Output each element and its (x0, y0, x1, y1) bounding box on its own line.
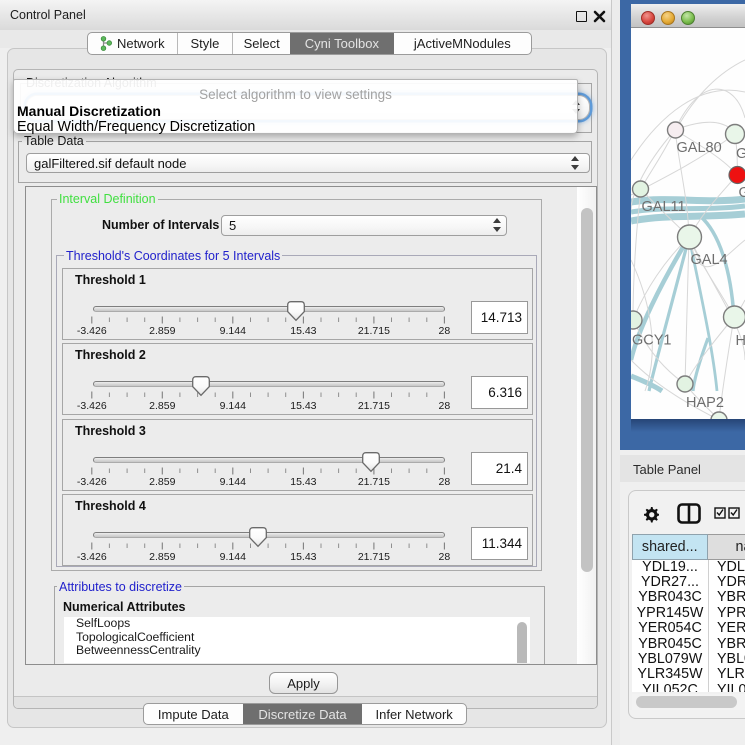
svg-text:GAL80: GAL80 (677, 140, 722, 156)
svg-text:GAL: GAL (736, 146, 745, 162)
svg-text:GA: GA (739, 185, 745, 201)
svg-text:HIS4: HIS4 (736, 333, 745, 349)
svg-text:GAL11: GAL11 (642, 199, 686, 215)
svg-text:GCY1: GCY1 (632, 333, 672, 349)
svg-text:HAP2: HAP2 (686, 395, 724, 411)
svg-text:GAL4: GAL4 (691, 252, 728, 268)
